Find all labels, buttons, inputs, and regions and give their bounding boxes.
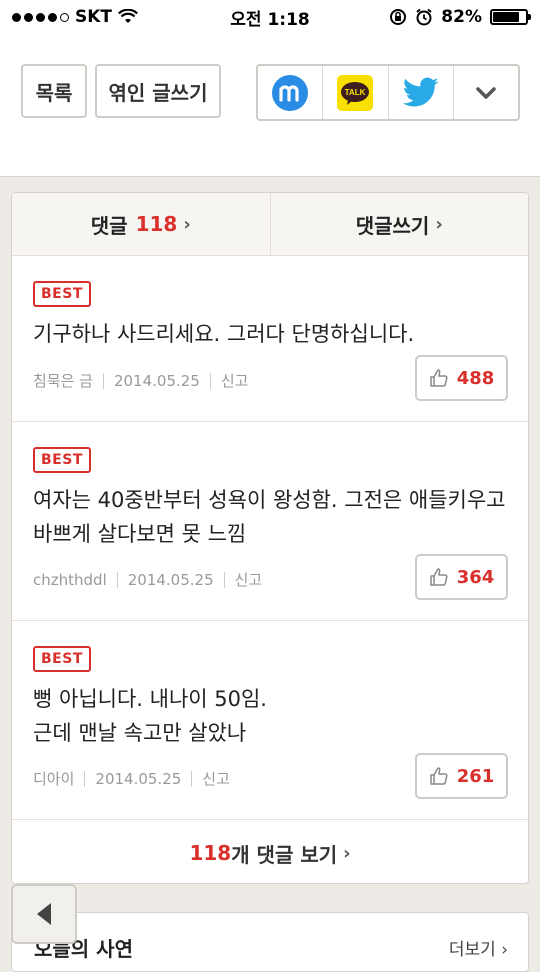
kakaotalk-icon: TALK <box>337 74 374 111</box>
comment-author: chzhthddl <box>33 570 107 589</box>
more-link-label: 더보기 <box>448 940 496 960</box>
comment-date: 2014.05.25 <box>113 371 200 390</box>
tab-write-label: 댓글쓰기 <box>355 213 430 238</box>
share-mypeople-button[interactable] <box>258 66 324 119</box>
report-link[interactable]: 신고 <box>221 370 249 391</box>
like-button[interactable]: 488 <box>415 355 508 401</box>
today-story-section: 오늘의 사연 더보기 › <box>11 912 529 972</box>
comment-date: 2014.05.25 <box>127 570 214 589</box>
battery-icon <box>490 9 531 25</box>
comment-count: 118 <box>135 212 178 236</box>
comment-item: BEST 뻥 아닙니다. 내나이 50임. 근데 맨날 속고만 살았나 디아이 … <box>12 621 528 820</box>
chevron-down-icon <box>476 86 496 99</box>
comment-item: BEST 기구하나 사드리세요. 그러다 단명하십니다. 침묵은 금 2014.… <box>12 256 528 422</box>
battery-fill <box>493 12 520 22</box>
chevron-right-icon: › <box>183 213 191 235</box>
tab-comments-label: 댓글 <box>90 213 128 238</box>
more-count: 118 <box>189 841 232 865</box>
article-toolbar: 목록 엮인 글쓰기 TALK <box>0 34 540 177</box>
tab-write-comment[interactable]: 댓글쓰기 › <box>271 193 529 255</box>
linked-write-button[interactable]: 엮인 글쓰기 <box>95 64 221 118</box>
comment-item: BEST 여자는 40중반부터 성욕이 왕성함. 그전은 애들키우고 바쁘게 살… <box>12 422 528 621</box>
report-link[interactable]: 신고 <box>235 569 263 590</box>
comment-author: 침묵은 금 <box>33 372 93 390</box>
today-story-more-link[interactable]: 더보기 › <box>449 935 508 960</box>
best-badge: BEST <box>33 281 91 307</box>
comment-meta: 디아이 2014.05.25 신고 <box>33 768 230 789</box>
thumbs-up-icon <box>429 568 448 586</box>
like-button[interactable]: 261 <box>415 753 508 799</box>
carrier-area: SKT <box>12 7 138 27</box>
tab-comments[interactable]: 댓글 118 › <box>12 193 271 255</box>
comment-meta: 침묵은 금 2014.05.25 신고 <box>33 370 248 391</box>
like-count: 488 <box>456 367 495 389</box>
twitter-icon <box>402 77 439 106</box>
status-right: 82% <box>389 7 531 27</box>
comment-author: 디아이 <box>33 770 75 788</box>
comment-text: 여자는 40중반부터 성욕이 왕성함. 그전은 애들키우고 바쁘게 살다보면 못… <box>33 488 506 546</box>
comment-meta: chzhthddl 2014.05.25 신고 <box>33 569 262 590</box>
share-kakaotalk-button[interactable]: TALK <box>323 66 389 119</box>
back-arrow-icon <box>37 903 51 925</box>
comments-card: 댓글 118 › 댓글쓰기 › BEST 기구하나 사드리세요. 그러다 단명하… <box>11 192 529 884</box>
comment-text: 기구하나 사드리세요. 그러다 단명하십니다. <box>33 322 415 346</box>
kakao-icon-text: TALK <box>345 88 366 97</box>
thumbs-up-icon <box>429 369 448 387</box>
like-count: 364 <box>456 566 495 588</box>
chevron-right-icon: › <box>435 213 443 235</box>
signal-icon <box>12 12 69 22</box>
like-button[interactable]: 364 <box>415 554 508 600</box>
thumbs-up-icon <box>429 767 448 785</box>
best-badge: BEST <box>33 646 91 672</box>
mypeople-icon <box>272 74 309 111</box>
comments-tabs: 댓글 118 › 댓글쓰기 › <box>12 193 528 256</box>
wifi-icon <box>118 9 138 23</box>
status-bar: SKT 오전 1:18 82% <box>0 0 540 34</box>
like-count: 261 <box>456 765 495 787</box>
view-all-comments-button[interactable]: 118 개 댓글 보기 › <box>12 820 528 883</box>
carrier-label: SKT <box>75 7 113 27</box>
comment-text: 뻥 아닙니다. 내나이 50임. 근데 맨날 속고만 살았나 <box>33 687 267 745</box>
share-more-button[interactable] <box>454 66 518 119</box>
list-button[interactable]: 목록 <box>21 64 87 118</box>
alarm-icon <box>416 8 432 26</box>
chevron-right-icon: › <box>343 842 351 864</box>
battery-percent: 82% <box>441 7 482 27</box>
chevron-right-icon: › <box>501 940 508 960</box>
comment-date: 2014.05.25 <box>95 769 182 788</box>
share-bar: TALK <box>256 64 520 121</box>
report-link[interactable]: 신고 <box>202 768 230 789</box>
best-badge: BEST <box>33 447 91 473</box>
more-label: 개 댓글 보기 <box>231 842 338 867</box>
back-button[interactable] <box>11 884 77 944</box>
rotation-lock-icon <box>390 9 407 25</box>
share-twitter-button[interactable] <box>389 66 454 119</box>
